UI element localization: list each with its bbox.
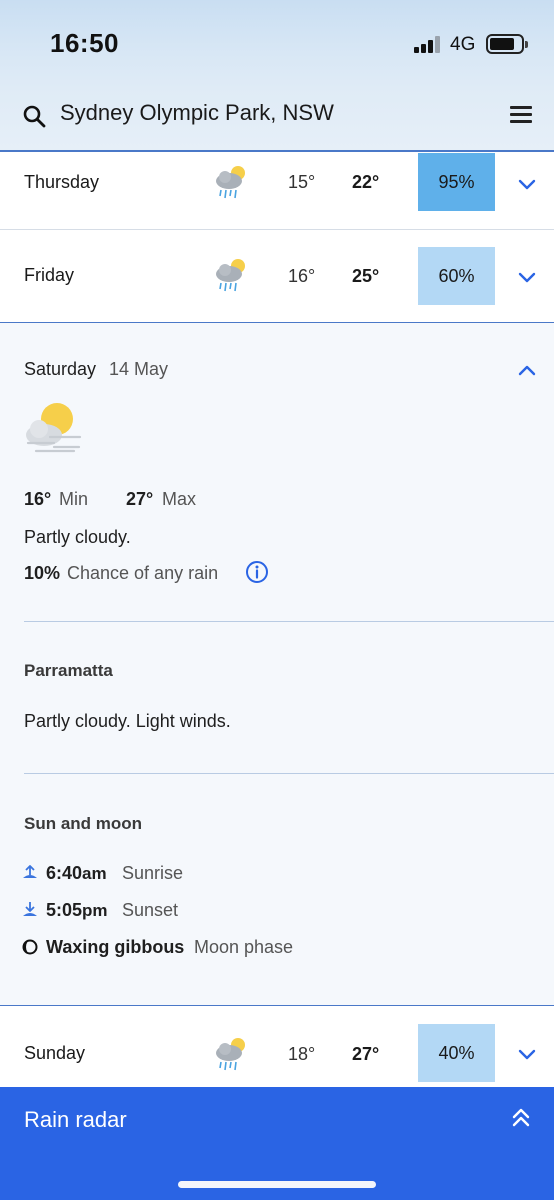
menu-icon[interactable] xyxy=(510,106,532,124)
section-divider xyxy=(24,773,554,774)
rain-radar-label: Rain radar xyxy=(24,1107,127,1132)
location-title[interactable]: Sydney Olympic Park, NSW xyxy=(60,100,334,126)
sunset-time: 5:05pm xyxy=(46,900,108,920)
chevron-up-icon[interactable] xyxy=(516,359,538,381)
day-name: Sunday xyxy=(24,1043,86,1063)
rain-chance-badge: 60% xyxy=(418,247,495,305)
rain-showers-icon xyxy=(216,259,245,292)
forecast-row-sunday[interactable]: Sunday 18° 27° 40% xyxy=(0,1007,554,1087)
max-temp: 25° xyxy=(352,266,380,286)
forecast-row-friday[interactable]: Friday 16° 25° 60% xyxy=(0,230,554,322)
min-temp: 18° xyxy=(288,1044,316,1064)
moon-phase-label: Moon phase xyxy=(194,937,294,957)
rain-showers-icon xyxy=(216,166,245,199)
district-forecast: Partly cloudy. Light winds. xyxy=(24,711,231,731)
sunrise-icon xyxy=(23,865,37,878)
district-title: Parramatta xyxy=(24,661,113,680)
moon-phase-value: Waxing gibbous xyxy=(46,937,185,957)
min-temp: 16° xyxy=(288,266,316,286)
status-time: 16:50 xyxy=(50,28,119,58)
max-temp-value: 27° xyxy=(126,489,154,509)
rain-chance-value: 10% xyxy=(24,563,61,583)
moon-phase-icon xyxy=(22,939,38,955)
rain-chance-badge: 40% xyxy=(418,1024,495,1082)
expanded-day-date: 14 May xyxy=(109,359,169,379)
max-temp: 22° xyxy=(352,172,380,192)
expanded-day-panel: Saturday 14 May 16° Min 27° Max Partly c… xyxy=(0,322,554,1006)
sunrise-label: Sunrise xyxy=(122,863,184,883)
rain-chance-badge: 95% xyxy=(418,153,495,211)
info-icon[interactable] xyxy=(245,560,269,584)
sunrise-time: 6:40am xyxy=(46,863,107,883)
section-divider xyxy=(24,621,554,622)
sunset-label: Sunset xyxy=(122,900,179,920)
min-temp-value: 16° xyxy=(24,489,52,509)
chevron-down-icon[interactable] xyxy=(516,1043,538,1065)
app-header: Sydney Olympic Park, NSW xyxy=(0,88,554,152)
forecast-summary: Partly cloudy. xyxy=(24,527,131,547)
rain-chance-label: Chance of any rain xyxy=(67,563,219,583)
forecast-row-thursday[interactable]: Thursday 15° 22° 95% xyxy=(0,153,554,230)
chevron-down-icon[interactable] xyxy=(516,266,538,288)
status-bar: 16:50 4G xyxy=(0,0,554,88)
partly-cloudy-icon xyxy=(26,403,82,453)
search-icon[interactable] xyxy=(22,104,46,128)
network-type: 4G xyxy=(450,34,476,55)
battery-icon xyxy=(486,34,528,54)
day-name: Friday xyxy=(24,265,75,285)
day-name: Thursday xyxy=(24,172,100,192)
rain-showers-icon xyxy=(216,1038,245,1071)
double-chevron-up-icon[interactable] xyxy=(510,1107,532,1129)
min-temp: 15° xyxy=(288,172,316,192)
home-indicator xyxy=(178,1181,376,1188)
chevron-down-icon[interactable] xyxy=(516,173,538,195)
max-temp: 27° xyxy=(352,1044,380,1064)
sun-moon-title: Sun and moon xyxy=(24,814,143,833)
max-temp-label: Max xyxy=(162,489,197,509)
sunset-icon xyxy=(23,902,37,916)
min-temp-label: Min xyxy=(59,489,89,509)
cellular-signal-icon xyxy=(414,35,442,53)
expanded-day-name: Saturday xyxy=(24,359,97,379)
